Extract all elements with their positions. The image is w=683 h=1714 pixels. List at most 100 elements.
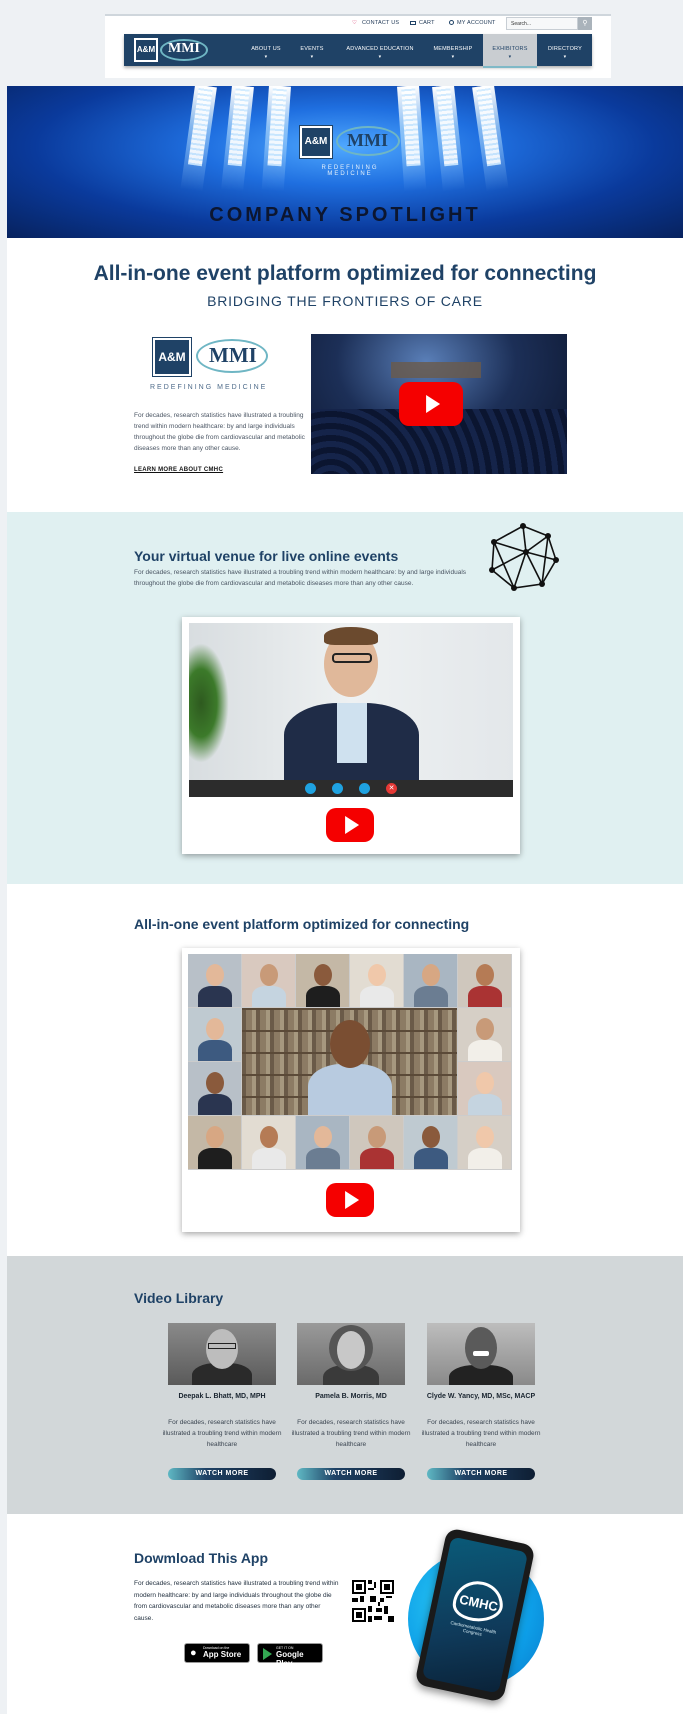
intro-logo-am: A&M <box>152 337 192 377</box>
watch-more-button[interactable]: WATCH MORE <box>297 1468 405 1480</box>
end-call-icon[interactable]: ✕ <box>386 783 397 794</box>
google-play-icon <box>263 1648 272 1660</box>
grid-heading: All-in-one event platform optimized for … <box>134 916 470 932</box>
intro-heading: All-in-one event platform optimized for … <box>93 262 597 285</box>
intro-subheading: BRIDGING THE FRONTIERS OF CARE <box>207 293 483 309</box>
hero-logo-am: A&M <box>299 125 333 159</box>
stage-light <box>221 86 254 192</box>
youtube-play-button[interactable] <box>399 382 463 426</box>
chevron-down-icon: ▾ <box>264 54 268 60</box>
nav-membership[interactable]: MEMBERSHIP ▾ <box>428 46 478 60</box>
google-play-button[interactable]: GET IT ON Google Play <box>257 1643 323 1668</box>
nav-logo-mmi[interactable]: MMI <box>168 41 200 57</box>
phone-subtitle: Cardiometabolic Health Congress <box>449 1620 497 1637</box>
nav-about-us[interactable]: ABOUT US ▾ <box>248 46 284 60</box>
camera-icon[interactable] <box>305 783 316 794</box>
participant-tile <box>404 954 457 1007</box>
library-heading: Video Library <box>134 1290 224 1306</box>
youtube-play-button[interactable] <box>326 808 374 842</box>
stage-light <box>432 86 465 192</box>
hero-tagline: REDEFINING MEDICINE <box>321 165 379 177</box>
apple-icon: ● <box>190 1647 197 1659</box>
glasses-icon <box>332 653 372 663</box>
participant-tile <box>458 1062 511 1115</box>
heart-icon: ♡ <box>352 20 358 27</box>
main-speaker-tile <box>242 1008 457 1115</box>
speaker-name: Deepak L. Bhatt, MD, MPH <box>178 1393 266 1400</box>
participant-tile <box>296 954 349 1007</box>
call-toolbar: ✕ <box>189 780 513 797</box>
hero-title: COMPANY SPOTLIGHT <box>209 204 481 226</box>
video-call-card: ✕ <box>182 617 520 854</box>
intro-tagline: REDEFINING MEDICINE <box>150 384 268 391</box>
nav-advanced-education[interactable]: ADVANCED EDUCATION ▾ <box>340 46 420 60</box>
network-icon <box>489 523 559 591</box>
nav-exhibitors[interactable]: EXHIBITORS ▾ <box>485 46 535 60</box>
virtual-body: For decades, research statistics have il… <box>134 569 467 587</box>
chevron-down-icon: ▾ <box>508 54 512 60</box>
hero-logo-mmi: MMI <box>347 130 388 150</box>
speaker-name: Clyde W. Yancy, MD, MSc, MACP <box>426 1393 536 1400</box>
stage-light <box>261 86 291 192</box>
participant-tile <box>458 954 511 1007</box>
share-icon[interactable] <box>332 783 343 794</box>
participant-tile <box>188 1116 241 1169</box>
video-grid-card <box>182 948 520 1232</box>
intro-video[interactable] <box>311 334 567 474</box>
speaker-name: Pamela B. Morris, MD <box>315 1393 387 1400</box>
contact-us-link[interactable]: ♡ CONTACT US <box>352 20 399 26</box>
search-input[interactable]: Search... <box>506 17 578 30</box>
search-icon: ⚲ <box>582 20 588 27</box>
video-call-frame[interactable] <box>189 623 513 780</box>
speaker-desc: For decades, research statistics have il… <box>162 1419 282 1448</box>
stage-podium <box>391 362 481 378</box>
app-store-button[interactable]: ● Download on the App Store <box>184 1643 250 1663</box>
speaker-desc: For decades, research statistics have il… <box>291 1419 411 1448</box>
participant-tile <box>242 1116 295 1169</box>
participant-tile <box>188 954 241 1007</box>
chevron-down-icon: ▾ <box>563 54 567 60</box>
nav-events[interactable]: EVENTS ▾ <box>296 46 328 60</box>
participant-tile <box>350 1116 403 1169</box>
chevron-down-icon: ▾ <box>378 54 382 60</box>
speaker-photo[interactable] <box>427 1323 535 1385</box>
speaker-photo[interactable] <box>297 1323 405 1385</box>
youtube-play-button[interactable] <box>326 1183 374 1217</box>
download-app-section <box>7 1514 683 1714</box>
participant-tile <box>188 1008 241 1061</box>
cart-icon <box>410 20 416 25</box>
participant-tile <box>350 954 403 1007</box>
hero-banner: A&M MMI REDEFINING MEDICINE COMPANY SPOT… <box>7 86 683 238</box>
participant-tile <box>242 954 295 1007</box>
watch-more-button[interactable]: WATCH MORE <box>427 1468 535 1480</box>
watch-more-button[interactable]: WATCH MORE <box>168 1468 276 1480</box>
speaker-desc: For decades, research statistics have il… <box>421 1419 541 1448</box>
chevron-down-icon: ▾ <box>451 54 455 60</box>
app-body: For decades, research statistics have il… <box>134 1580 339 1622</box>
plant <box>189 643 229 763</box>
chevron-down-icon: ▾ <box>310 54 314 60</box>
speaker-shirt <box>337 703 367 763</box>
learn-more-link[interactable]: LEARN MORE ABOUT CMHC <box>134 467 223 473</box>
nav-logo-am[interactable]: A&M <box>133 37 159 63</box>
intro-body: For decades, research statistics have il… <box>134 412 305 452</box>
nav-directory[interactable]: DIRECTORY ▾ <box>542 46 588 60</box>
participant-tile <box>458 1116 511 1169</box>
participant-tile <box>404 1116 457 1169</box>
qr-code-icon <box>352 1580 394 1622</box>
my-account-link[interactable]: MY ACCOUNT <box>449 20 496 26</box>
chat-icon[interactable] <box>359 783 370 794</box>
search-button[interactable]: ⚲ <box>578 17 592 30</box>
stage-light <box>472 86 509 192</box>
speaker-hair <box>324 627 378 645</box>
participant-tile <box>458 1008 511 1061</box>
participant-tile <box>296 1116 349 1169</box>
speaker-photo[interactable] <box>168 1323 276 1385</box>
stage-light <box>180 86 217 192</box>
app-heading: Dowmload This App <box>134 1550 269 1566</box>
cart-link[interactable]: CART <box>410 20 435 26</box>
user-icon <box>449 20 454 26</box>
video-grid-frame[interactable] <box>188 954 512 1170</box>
participant-tile <box>188 1062 241 1115</box>
virtual-heading: Your virtual venue for live online event… <box>134 548 399 564</box>
